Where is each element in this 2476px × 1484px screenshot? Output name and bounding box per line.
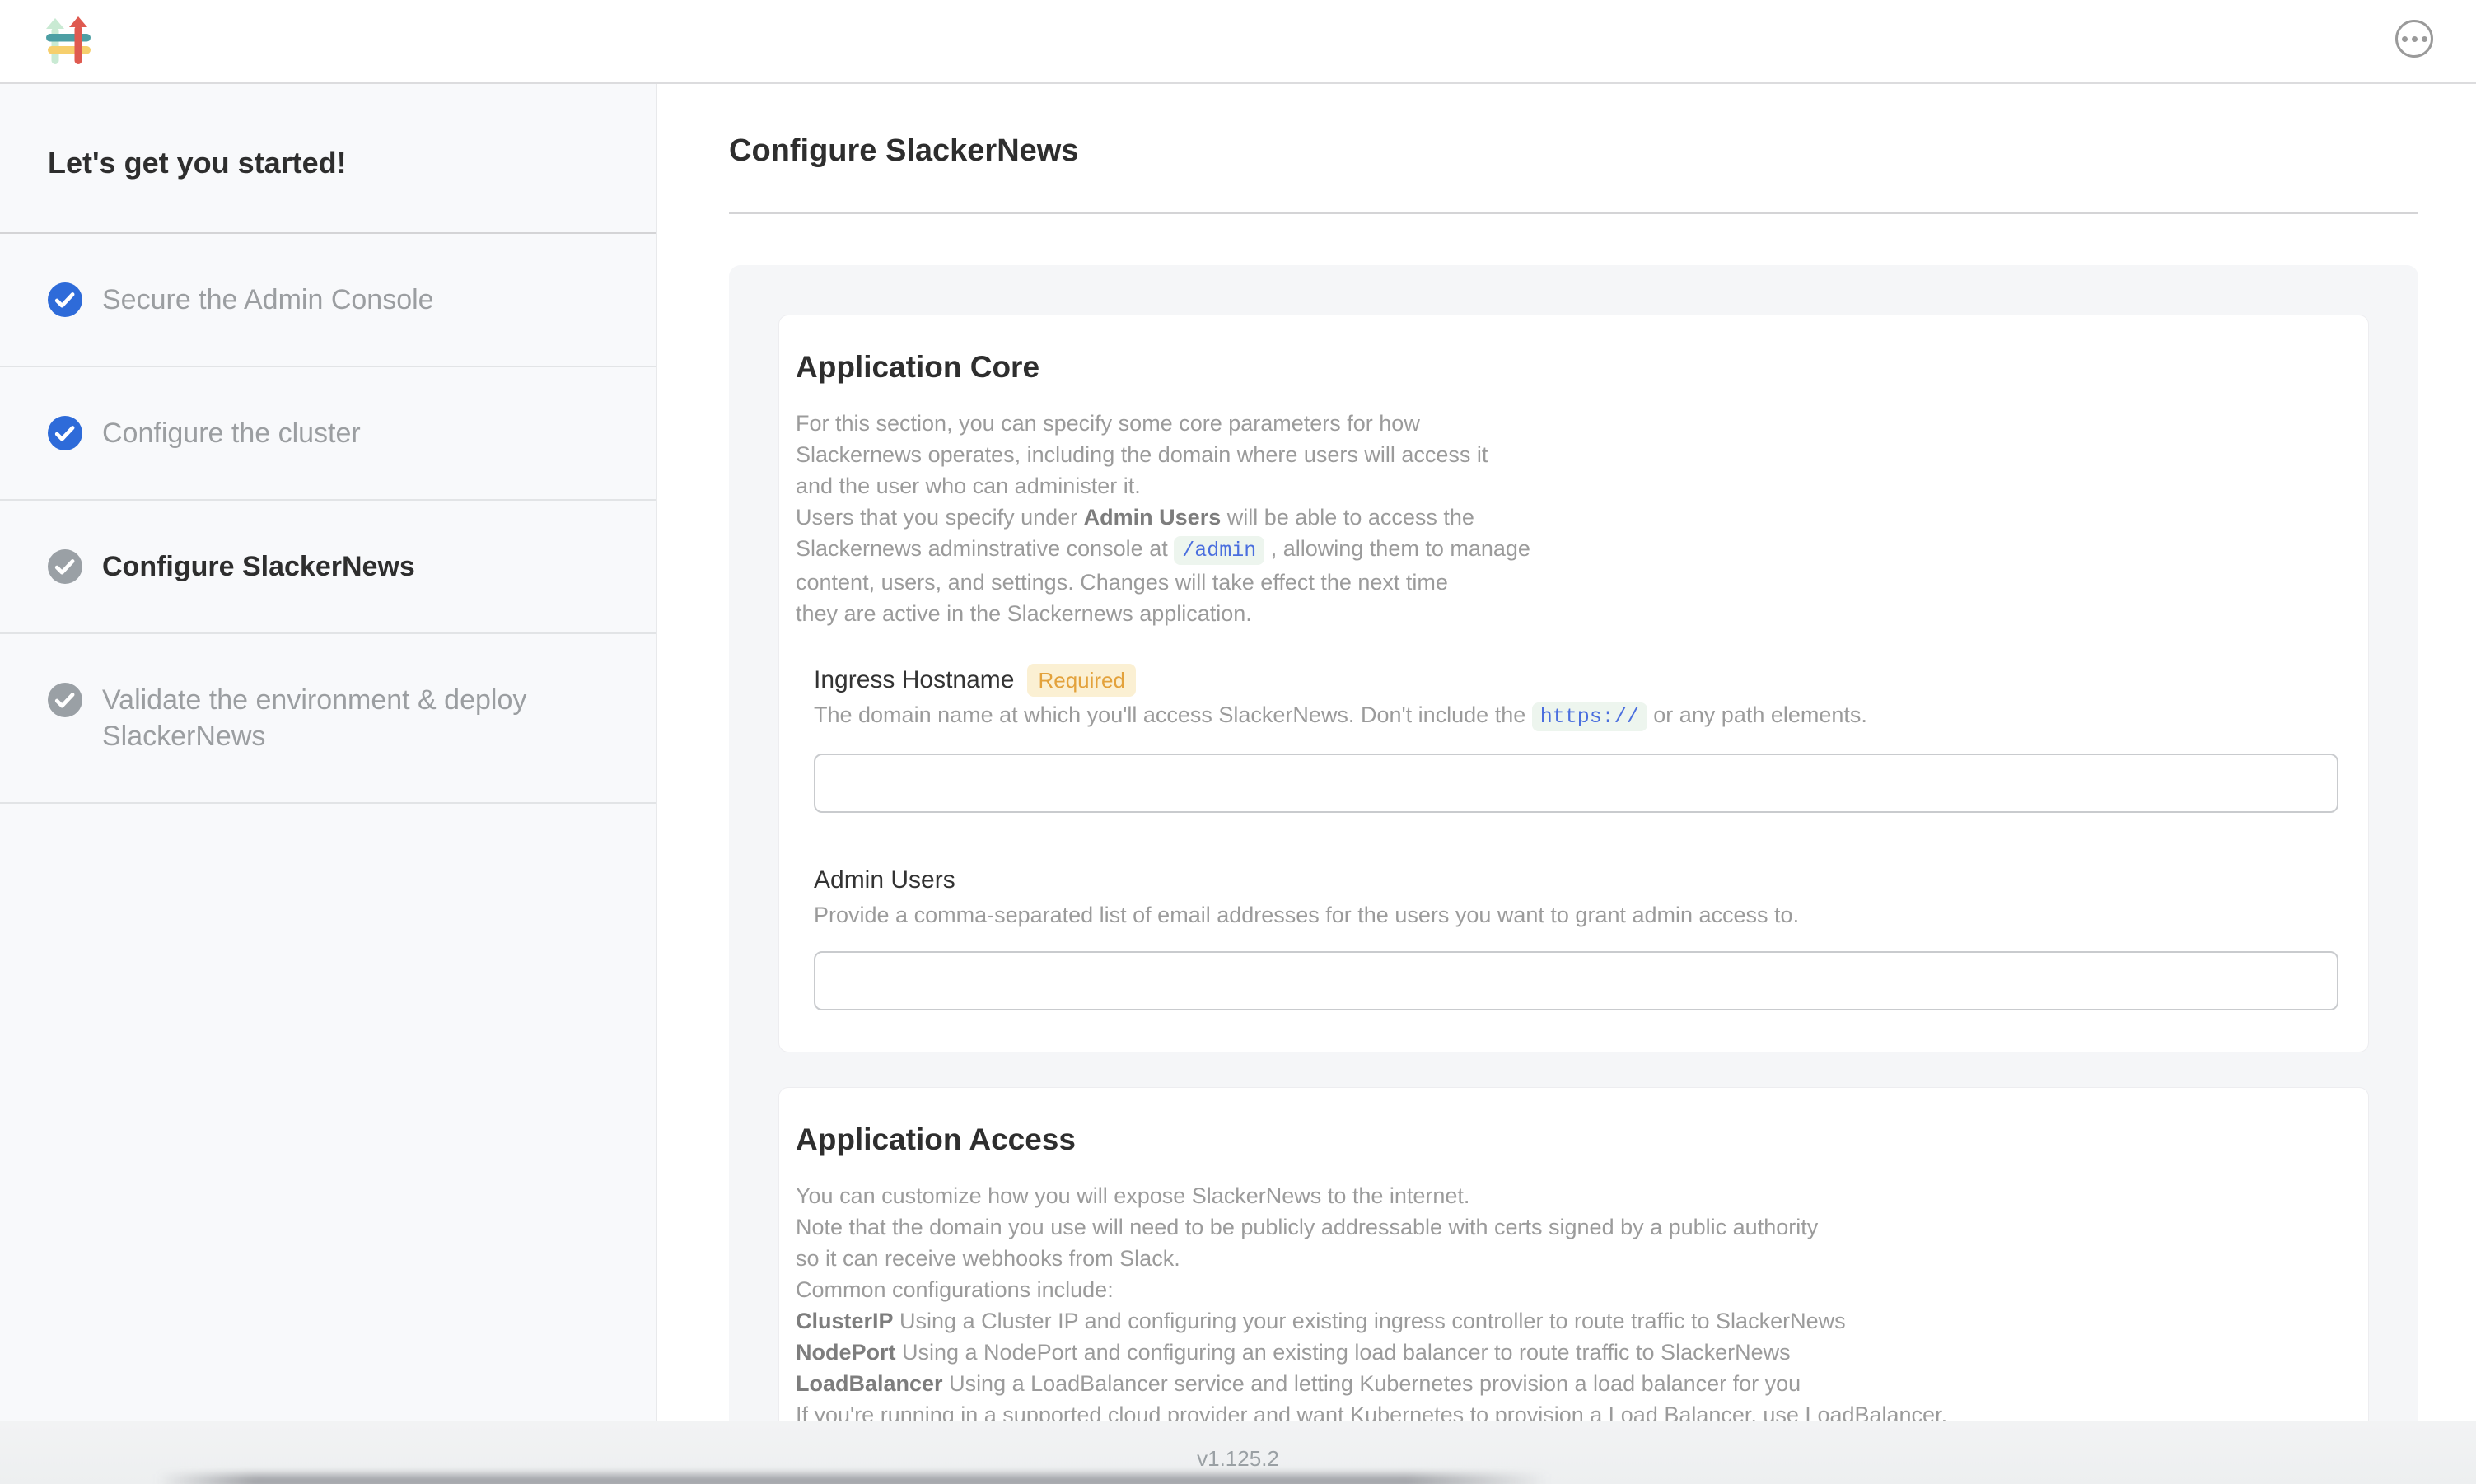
setup-steps-list: Secure the Admin Console Configure the c…: [0, 234, 656, 804]
check-circle-icon: [48, 549, 82, 584]
sidebar-step-configure-slackernews[interactable]: Configure SlackerNews: [0, 501, 656, 634]
bottom-shadow: [157, 1474, 1549, 1484]
step-label: Configure the cluster: [102, 415, 361, 451]
required-badge: Required: [1027, 664, 1136, 697]
admin-users-field: Admin Users Provide a comma-separated li…: [814, 864, 2338, 1010]
step-label: Validate the environment & deploy Slacke…: [102, 682, 615, 754]
ingress-hostname-input[interactable]: [814, 754, 2338, 813]
card-description: For this section, you can specify some c…: [796, 408, 2338, 629]
setup-sidebar: Let's get you started! Secure the Admin …: [0, 84, 657, 1421]
main-content: Configure SlackerNews Application Core F…: [658, 84, 2476, 1421]
field-label: Ingress Hostname: [814, 664, 1014, 697]
card-title: Application Access: [796, 1121, 2338, 1159]
sidebar-step-configure-cluster[interactable]: Configure the cluster: [0, 367, 656, 501]
step-label: Configure SlackerNews: [102, 548, 415, 585]
card-description: You can customize how you will expose Sl…: [796, 1180, 2338, 1421]
slackernews-logo: [46, 16, 91, 64]
field-help: The domain name at which you'll access S…: [814, 700, 2338, 732]
title-divider: [729, 212, 2418, 214]
sidebar-step-validate-deploy[interactable]: Validate the environment & deploy Slacke…: [0, 634, 656, 804]
application-core-card: Application Core For this section, you c…: [778, 315, 2369, 1052]
sidebar-step-secure-admin-console[interactable]: Secure the Admin Console: [0, 234, 656, 367]
sidebar-heading: Let's get you started!: [0, 84, 656, 234]
page-title: Configure SlackerNews: [729, 132, 2476, 170]
field-help: Provide a comma-separated list of email …: [814, 900, 2338, 930]
top-header: [0, 0, 2476, 84]
ingress-hostname-field: Ingress Hostname Required The domain nam…: [814, 664, 2338, 813]
setup-wizard-page: Let's get you started! Secure the Admin …: [0, 0, 2476, 1484]
check-circle-icon: [48, 416, 82, 450]
ellipsis-menu-icon[interactable]: [2395, 20, 2433, 58]
card-title: Application Core: [796, 348, 2338, 386]
field-label: Admin Users: [814, 864, 955, 897]
page-footer: v1.125.2: [0, 1421, 2476, 1484]
version-label: v1.125.2: [1197, 1446, 1279, 1472]
config-panel: Application Core For this section, you c…: [729, 265, 2418, 1421]
step-label: Secure the Admin Console: [102, 282, 434, 318]
application-access-card: Application Access You can customize how…: [778, 1087, 2369, 1421]
check-circle-icon: [48, 683, 82, 717]
check-circle-icon: [48, 282, 82, 317]
admin-users-input[interactable]: [814, 951, 2338, 1010]
